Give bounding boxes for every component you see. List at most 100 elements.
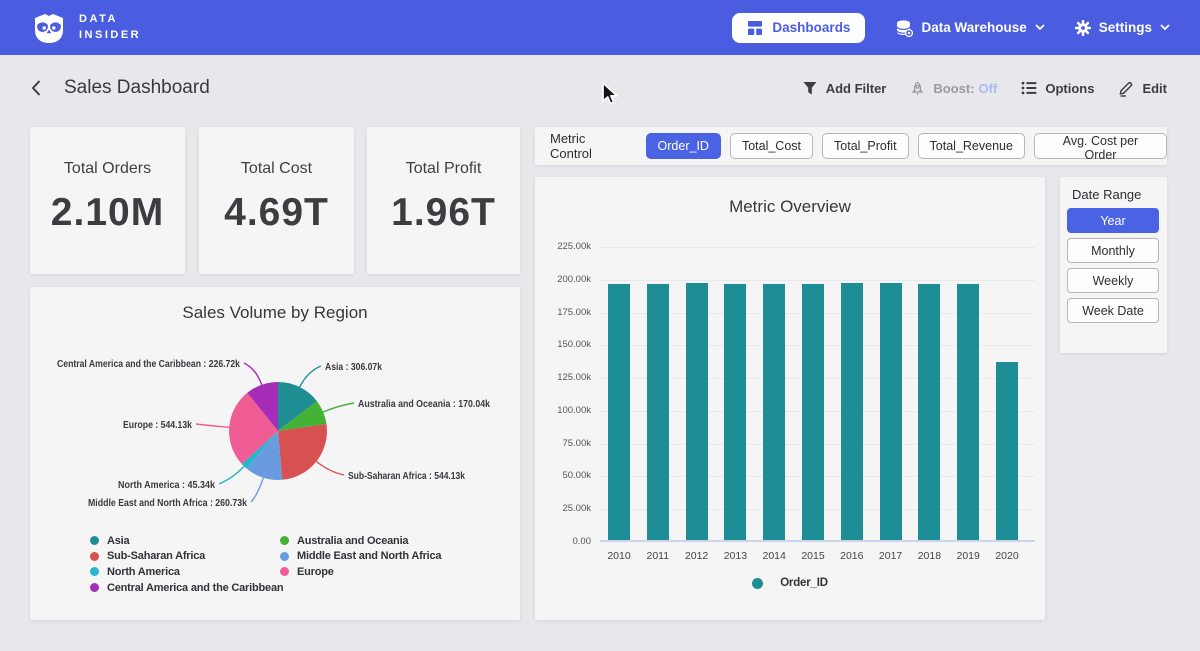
chevron-left-icon — [30, 79, 42, 97]
legend-dot — [90, 536, 99, 545]
pie-leader-line — [316, 462, 344, 476]
data-warehouse-label: Data Warehouse — [921, 20, 1026, 35]
rocket-icon — [910, 81, 925, 96]
dashboards-label: Dashboards — [772, 20, 850, 35]
pie-legend-item-north-america[interactable]: North America — [90, 564, 283, 580]
nav-menu: Dashboards Data Warehouse — [732, 13, 1170, 43]
bar-chart-title: Metric Overview — [535, 197, 1045, 217]
data-warehouse-menu[interactable]: Data Warehouse — [895, 19, 1044, 37]
legend-dot — [90, 552, 99, 561]
pie-leader-line — [300, 366, 321, 387]
pie-leader-line — [323, 403, 354, 412]
bar-2018[interactable] — [918, 284, 940, 540]
bar-2010[interactable] — [608, 284, 630, 540]
bar-legend-order-id[interactable]: Order_ID — [535, 577, 1045, 589]
pencil-icon — [1118, 80, 1134, 97]
kpi-value: 4.69T — [199, 191, 354, 235]
pie-legend-item-central-america-and-the-caribbean[interactable]: Central America and the Caribbean — [90, 580, 283, 596]
bar-2011[interactable] — [647, 284, 669, 540]
back-button[interactable] — [30, 79, 42, 97]
bar-2014[interactable] — [763, 284, 785, 540]
edit-label: Edit — [1142, 81, 1167, 96]
pie-legend-item-europe[interactable]: Europe — [280, 564, 441, 580]
pie-chart-title: Sales Volume by Region — [30, 303, 520, 323]
page-title: Sales Dashboard — [64, 77, 210, 99]
sales-dashboard-page: DATA INSIDER Dashboards — [0, 0, 1200, 651]
pie-leader-line — [196, 424, 229, 427]
settings-menu[interactable]: Settings — [1075, 20, 1170, 36]
y-tick-label: 50.00k — [535, 470, 591, 481]
boost-toggle[interactable]: Boost: Off — [910, 81, 997, 96]
legend-label: North America — [107, 566, 180, 578]
y-tick-label: 0.00 — [535, 536, 591, 547]
y-tick-label: 225.00k — [535, 241, 591, 252]
dashboards-button[interactable]: Dashboards — [732, 13, 865, 43]
bar-2012[interactable] — [686, 283, 708, 540]
gridline — [600, 247, 1035, 248]
x-tick-label: 2010 — [599, 550, 639, 562]
bar-2017[interactable] — [880, 283, 902, 540]
options-list-icon — [1021, 80, 1037, 96]
options-button[interactable]: Options — [1021, 80, 1094, 96]
bar-2020[interactable] — [996, 362, 1018, 540]
pie-slice-sub-saharan-africa[interactable] — [278, 424, 327, 480]
pie-legend-item-asia[interactable]: Asia — [90, 533, 283, 549]
y-tick-label: 25.00k — [535, 503, 591, 514]
brand-line1: DATA — [79, 12, 141, 28]
bar-chart-plot-area — [600, 247, 1035, 542]
x-tick-label: 2018 — [909, 550, 949, 562]
y-tick-label: 200.00k — [535, 274, 591, 285]
x-tick-label: 2019 — [948, 550, 988, 562]
gear-icon — [1075, 20, 1091, 36]
metric-button-avg-cost-per-order[interactable]: Avg. Cost per Order — [1034, 133, 1167, 159]
gridline — [600, 280, 1035, 281]
pie-slice-label: Asia : 306.07k — [325, 361, 382, 373]
kpi-label: Total Cost — [199, 160, 354, 178]
date-range-monthly-button[interactable]: Monthly — [1067, 238, 1159, 263]
metric-button-total-revenue[interactable]: Total_Revenue — [918, 133, 1025, 159]
brand[interactable]: DATA INSIDER — [30, 9, 141, 47]
kpi-value: 1.96T — [367, 191, 520, 235]
bar-2015[interactable] — [802, 284, 824, 540]
kpi-label: Total Profit — [367, 160, 520, 178]
top-nav: DATA INSIDER Dashboards — [0, 0, 1200, 55]
metric-button-total-profit[interactable]: Total_Profit — [822, 133, 909, 159]
x-tick-label: 2011 — [638, 550, 678, 562]
pie-legend-item-middle-east-and-north-africa[interactable]: Middle East and North Africa — [280, 549, 441, 565]
date-range-year-button[interactable]: Year — [1067, 208, 1159, 233]
metric-button-total-cost[interactable]: Total_Cost — [730, 133, 813, 159]
legend-label: Sub-Saharan Africa — [107, 550, 205, 562]
x-tick-label: 2015 — [793, 550, 833, 562]
legend-label: Order_ID — [780, 577, 828, 589]
filter-funnel-icon — [802, 81, 818, 96]
bar-2013[interactable] — [724, 284, 746, 540]
metric-button-order-id[interactable]: Order_ID — [646, 133, 721, 159]
legend-dot — [280, 536, 289, 545]
pie-slice-label: Australia and Oceania : 170.04k — [358, 398, 490, 410]
legend-label: Europe — [297, 566, 334, 578]
date-range-week-date-button[interactable]: Week Date — [1067, 298, 1159, 323]
dashboard-header: Sales Dashboard Add Filter — [0, 55, 1200, 121]
brand-line2: INSIDER — [79, 28, 141, 44]
y-tick-label: 150.00k — [535, 339, 591, 350]
kpi-value: 2.10M — [30, 191, 185, 235]
pie-legend-column-1: AsiaSub-Saharan Africa North America Centr… — [90, 533, 283, 595]
kpi-card-total-cost: Total Cost 4.69T — [199, 127, 354, 274]
bar-2016[interactable] — [841, 283, 863, 540]
pie-slice-label: Central America and the Caribbean : 226.… — [57, 358, 240, 370]
pie-legend-item-sub-saharan-africa[interactable]: Sub-Saharan Africa — [90, 549, 283, 565]
edit-button[interactable]: Edit — [1118, 80, 1167, 97]
bar-2019[interactable] — [957, 284, 979, 541]
kpi-card-total-profit: Total Profit 1.96T — [367, 127, 520, 274]
pie-legend-column-2: Australia and OceaniaMiddle East and Nor… — [280, 533, 441, 580]
pie-legend-item-australia-and-oceania[interactable]: Australia and Oceania — [280, 533, 441, 549]
date-range-weekly-button[interactable]: Weekly — [1067, 268, 1159, 293]
legend-dot — [280, 567, 289, 576]
add-filter-button[interactable]: Add Filter — [802, 81, 887, 96]
pie-chart: Asia : 306.07k Australia and Oceania : 17… — [30, 339, 520, 524]
y-tick-label: 125.00k — [535, 372, 591, 383]
sales-volume-by-region-card: Sales Volume by Region Asia : 306.07k Aus… — [30, 287, 520, 620]
pie-leader-line — [244, 363, 262, 385]
legend-dot — [90, 583, 99, 592]
y-tick-label: 100.00k — [535, 405, 591, 416]
